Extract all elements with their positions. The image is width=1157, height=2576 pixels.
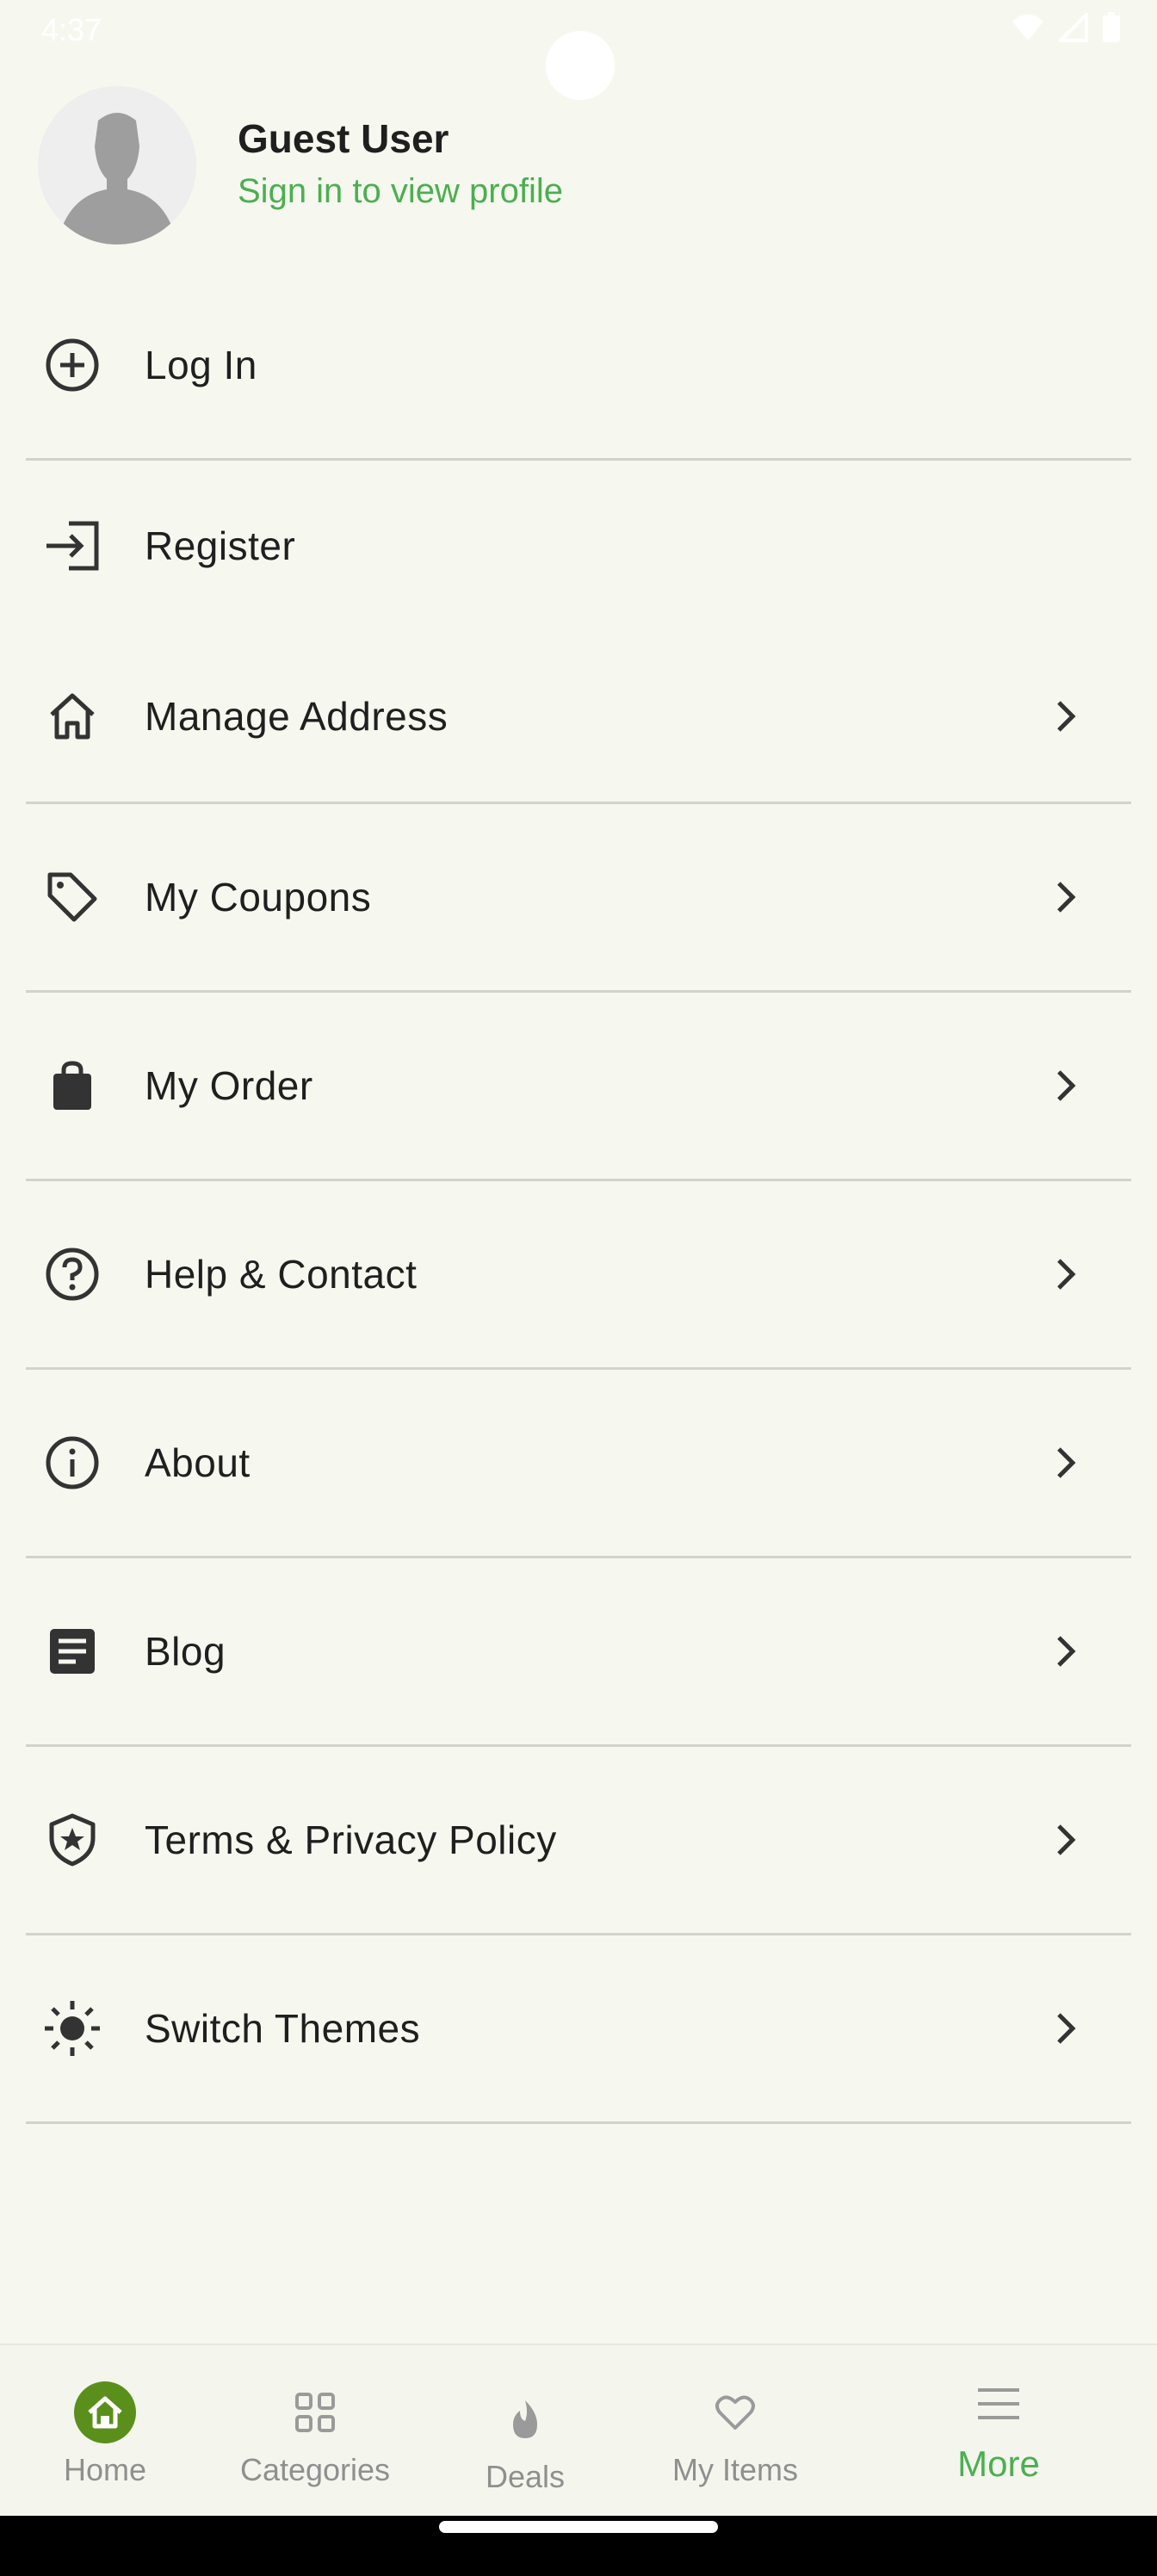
profile-name: Guest User	[238, 116, 449, 161]
chevron-right-icon	[1057, 1636, 1076, 1667]
menu-item-label: Manage Address	[145, 694, 449, 739]
gesture-handle[interactable]	[439, 2521, 718, 2533]
sun-icon	[41, 1997, 103, 2059]
shield-star-icon	[41, 1809, 103, 1871]
menu-item-label: About	[145, 1440, 251, 1485]
sign-in-link[interactable]: Sign in to view profile	[238, 172, 563, 211]
signal-icon	[1059, 13, 1088, 42]
battery-icon	[1103, 12, 1120, 42]
menu-item-label: My Coupons	[145, 875, 372, 920]
tag-icon	[41, 866, 103, 928]
menu-item-label: My Order	[145, 1063, 313, 1108]
menu-item-blog[interactable]: Blog	[26, 1558, 1131, 1744]
login-arrow-icon	[41, 515, 103, 577]
nav-label: Deals	[485, 2459, 566, 2494]
help-circle-icon	[41, 1243, 103, 1305]
article-icon	[41, 1620, 103, 1682]
menu-item-label: Blog	[145, 1629, 226, 1674]
status-icons	[1011, 12, 1121, 43]
shopping-bag-icon	[41, 1055, 103, 1117]
status-time: 4:37	[41, 12, 102, 47]
nav-label: More	[957, 2443, 1040, 2484]
nav-item-my-items[interactable]: My Items	[658, 2345, 813, 2517]
avatar[interactable]	[38, 86, 196, 245]
flame-icon	[491, 2385, 560, 2454]
chevron-right-icon	[1057, 1824, 1076, 1855]
menu-item-my-coupons[interactable]: My Coupons	[26, 804, 1131, 990]
nav-label: My Items	[671, 2452, 798, 2487]
menu-item-label: Help & Contact	[145, 1252, 418, 1297]
wifi-icon	[1012, 15, 1043, 40]
bottom-nav: Home Categories Deals My Items More	[0, 2344, 1157, 2517]
menu-item-manage-address[interactable]: Manage Address	[26, 631, 1131, 802]
menu-item-switch-themes[interactable]: Switch Themes	[26, 1935, 1131, 2121]
nav-item-deals[interactable]: Deals	[473, 2345, 577, 2517]
menu-item-label: Register	[145, 523, 296, 568]
nav-item-categories[interactable]: Categories	[229, 2345, 401, 2517]
nav-item-more[interactable]: More	[947, 2345, 1050, 2517]
chevron-right-icon	[1057, 1259, 1076, 1290]
menu-item-log-in[interactable]: Log In	[26, 272, 1131, 458]
chevron-right-icon	[1057, 882, 1076, 913]
nav-label: Categories	[239, 2452, 391, 2487]
chevron-right-icon	[1057, 1070, 1076, 1101]
info-circle-icon	[41, 1432, 103, 1494]
home-outline-icon	[41, 685, 103, 747]
chevron-right-icon	[1057, 701, 1076, 732]
heart-icon	[701, 2378, 770, 2447]
menu-item-label: Log In	[145, 343, 257, 387]
menu-item-terms-privacy[interactable]: Terms & Privacy Policy	[26, 1747, 1131, 1933]
menu-list: Log In Register Manage Address My Coupon…	[26, 272, 1131, 2124]
nav-label: Home	[63, 2452, 147, 2487]
chevron-right-icon	[1057, 1447, 1076, 1478]
grid-icon	[281, 2378, 350, 2447]
menu-icon	[964, 2369, 1033, 2438]
profile-header[interactable]: Guest User Sign in to view profile	[38, 83, 1123, 255]
menu-item-help-contact[interactable]: Help & Contact	[26, 1181, 1131, 1367]
person-silhouette-icon	[38, 86, 196, 245]
menu-item-my-order[interactable]: My Order	[26, 993, 1131, 1179]
nav-item-home[interactable]: Home	[45, 2345, 165, 2517]
menu-item-label: Switch Themes	[145, 2006, 421, 2051]
plus-circle-icon	[41, 334, 103, 396]
divider	[26, 2121, 1131, 2124]
menu-item-about[interactable]: About	[26, 1370, 1131, 1556]
home-icon	[71, 2378, 139, 2447]
menu-item-label: Terms & Privacy Policy	[145, 1817, 557, 1862]
menu-item-register[interactable]: Register	[26, 461, 1131, 631]
chevron-right-icon	[1057, 2013, 1076, 2044]
